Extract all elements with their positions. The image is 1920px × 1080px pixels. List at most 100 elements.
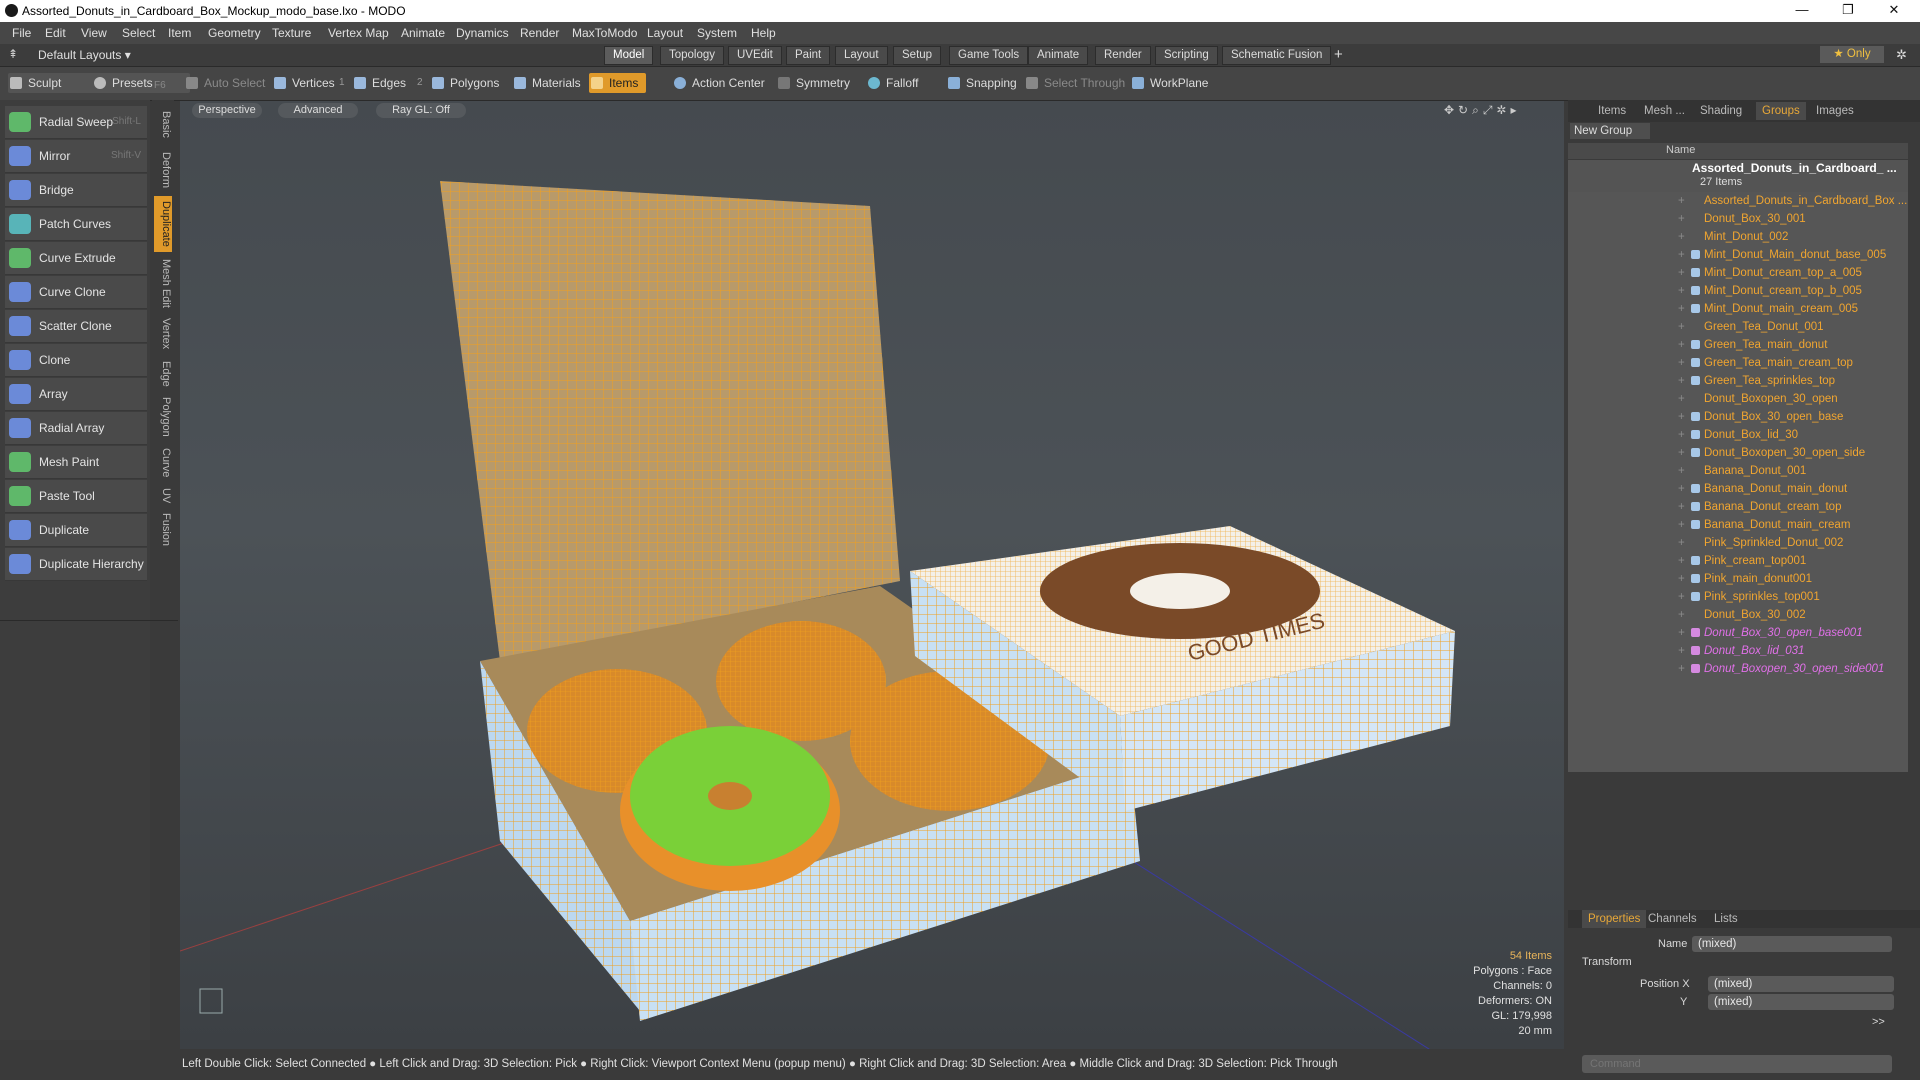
vtab-edge[interactable]: Edge	[154, 358, 172, 390]
expand-icon[interactable]: +	[1678, 642, 1685, 660]
expand-icon[interactable]: +	[1678, 534, 1685, 552]
menu-item[interactable]: Item	[168, 26, 191, 40]
expand-icon[interactable]: +	[1678, 246, 1685, 264]
auto-select-button[interactable]: Auto Select	[184, 73, 265, 93]
tab-channels[interactable]: Channels	[1642, 910, 1703, 928]
position-x-field[interactable]: (mixed)	[1708, 976, 1894, 992]
tab-schematic-fusion[interactable]: Schematic Fusion	[1222, 46, 1332, 65]
group-item-row[interactable]: + Donut_Box_30_002	[1568, 606, 1908, 624]
expand-icon[interactable]: +	[1678, 462, 1685, 480]
group-item-row[interactable]: + Pink_cream_top001	[1568, 552, 1908, 570]
items-button[interactable]: Items	[589, 73, 647, 93]
group-item-row[interactable]: + Donut_Box_30_open_base	[1568, 408, 1908, 426]
menu-render[interactable]: Render	[520, 26, 559, 40]
patch-curves-tool[interactable]: Patch Curves	[5, 208, 147, 241]
vtab-curve[interactable]: Curve	[154, 444, 172, 482]
group-item-row[interactable]: + Pink_sprinkles_top001	[1568, 588, 1908, 606]
vtab-basic[interactable]: Basic	[154, 106, 172, 142]
expand-icon[interactable]: +	[1678, 318, 1685, 336]
group-header-row[interactable]: Assorted_Donuts_in_Cardboard_ ... 27 Ite…	[1568, 160, 1908, 192]
command-input[interactable]	[1582, 1055, 1892, 1073]
minimize-button[interactable]: —	[1780, 0, 1824, 22]
expand-icon[interactable]: +	[1678, 300, 1685, 318]
group-item-row[interactable]: + Mint_Donut_002	[1568, 228, 1908, 246]
polygons-button[interactable]: Polygons	[430, 73, 499, 93]
expand-icon[interactable]: +	[1678, 498, 1685, 516]
vtab-polygon[interactable]: Polygon	[154, 394, 172, 440]
tab-topology[interactable]: Topology	[660, 46, 725, 65]
vertices-button[interactable]: Vertices	[272, 73, 335, 93]
tab-groups[interactable]: Groups	[1756, 102, 1806, 120]
vtab-uv[interactable]: UV	[154, 486, 172, 506]
default-layouts-dropdown[interactable]: Default Layouts ▾	[38, 48, 131, 62]
group-item-row[interactable]: + Green_Tea_main_cream_top	[1568, 354, 1908, 372]
menu-view[interactable]: View	[81, 26, 107, 40]
duplicate-hierarchy-tool[interactable]: Duplicate Hierarchy	[5, 548, 147, 581]
expand-icon[interactable]: +	[1678, 264, 1685, 282]
group-item-row[interactable]: + Green_Tea_Donut_001	[1568, 318, 1908, 336]
curve-extrude-tool[interactable]: Curve Extrude	[5, 242, 147, 275]
group-item-row[interactable]: + Donut_Boxopen_30_open_side001	[1568, 660, 1908, 678]
menu-help[interactable]: Help	[751, 26, 776, 40]
group-item-row[interactable]: + Mint_Donut_main_cream_005	[1568, 300, 1908, 318]
group-item-row[interactable]: + Donut_Box_lid_031	[1568, 642, 1908, 660]
tab-model[interactable]: Model	[604, 46, 654, 65]
vtab-vertex[interactable]: Vertex	[154, 314, 172, 354]
group-item-row[interactable]: + Donut_Boxopen_30_open	[1568, 390, 1908, 408]
tab-layout[interactable]: Layout	[835, 46, 888, 65]
tab-items[interactable]: Items	[1592, 102, 1632, 120]
group-item-row[interactable]: + Green_Tea_sprinkles_top	[1568, 372, 1908, 390]
expand-icon[interactable]: +	[1678, 408, 1685, 426]
action-center-button[interactable]: Action Center	[672, 73, 765, 93]
paste-tool[interactable]: Paste Tool	[5, 480, 147, 513]
expand-icon[interactable]: +	[1678, 588, 1685, 606]
mesh-paint-tool[interactable]: Mesh Paint	[5, 446, 147, 479]
expand-icon[interactable]: +	[1678, 570, 1685, 588]
edges-button[interactable]: Edges	[352, 73, 406, 93]
group-item-row[interactable]: + Donut_Boxopen_30_open_side	[1568, 444, 1908, 462]
menu-select[interactable]: Select	[122, 26, 155, 40]
3d-viewport[interactable]: Perspective Advanced Ray GL: Off ✥↻⌕⤢✲▸	[180, 101, 1564, 1049]
layout-collapse-icon[interactable]: ⇞	[8, 47, 18, 61]
falloff-button[interactable]: Falloff	[866, 73, 918, 93]
expand-icon[interactable]: +	[1678, 192, 1685, 210]
tab-mesh[interactable]: Mesh ...	[1638, 102, 1691, 120]
bridge-tool[interactable]: Bridge	[5, 174, 147, 207]
menu-geometry[interactable]: Geometry	[208, 26, 261, 40]
tab-scripting[interactable]: Scripting	[1155, 46, 1218, 65]
expand-icon[interactable]: +	[1678, 336, 1685, 354]
close-button[interactable]: ✕	[1872, 0, 1916, 22]
group-item-row[interactable]: + Donut_Box_lid_30	[1568, 426, 1908, 444]
radial-sweep-tool[interactable]: Radial Sweep Shift-L	[5, 106, 147, 139]
group-item-row[interactable]: + Pink_Sprinkled_Donut_002	[1568, 534, 1908, 552]
expand-icon[interactable]: +	[1678, 480, 1685, 498]
group-item-row[interactable]: + Donut_Box_30_open_base001	[1568, 624, 1908, 642]
tab-shading[interactable]: Shading	[1694, 102, 1748, 120]
group-item-row[interactable]: + Mint_Donut_cream_top_b_005	[1568, 282, 1908, 300]
snapping-button[interactable]: Snapping	[946, 73, 1017, 93]
only-toggle[interactable]: ★ Only	[1820, 46, 1884, 63]
menu-animate[interactable]: Animate	[401, 26, 445, 40]
vtab-mesh-edit[interactable]: Mesh Edit	[154, 256, 172, 310]
tab-game-tools[interactable]: Game Tools	[949, 46, 1029, 65]
presets-button[interactable]: Presets	[92, 73, 190, 93]
tab-render[interactable]: Render	[1095, 46, 1151, 65]
materials-button[interactable]: Materials	[512, 73, 581, 93]
menu-file[interactable]: File	[12, 26, 31, 40]
duplicate-tool[interactable]: Duplicate	[5, 514, 147, 547]
expand-button[interactable]: >>	[1872, 1016, 1885, 1028]
workplane-button[interactable]: WorkPlane	[1130, 73, 1208, 93]
tab-animate[interactable]: Animate	[1028, 46, 1089, 65]
group-item-row[interactable]: + Banana_Donut_cream_top	[1568, 498, 1908, 516]
restore-button[interactable]: ❐	[1826, 0, 1870, 22]
tab-images[interactable]: Images	[1810, 102, 1860, 120]
tab-paint[interactable]: Paint	[786, 46, 831, 65]
expand-icon[interactable]: +	[1678, 354, 1685, 372]
radial-array-tool[interactable]: Radial Array	[5, 412, 147, 445]
expand-icon[interactable]: +	[1678, 228, 1685, 246]
expand-icon[interactable]: +	[1678, 552, 1685, 570]
group-item-row[interactable]: + Banana_Donut_main_cream	[1568, 516, 1908, 534]
menu-dynamics[interactable]: Dynamics	[456, 26, 509, 40]
curve-clone-tool[interactable]: Curve Clone	[5, 276, 147, 309]
group-item-row[interactable]: + Pink_main_donut001	[1568, 570, 1908, 588]
